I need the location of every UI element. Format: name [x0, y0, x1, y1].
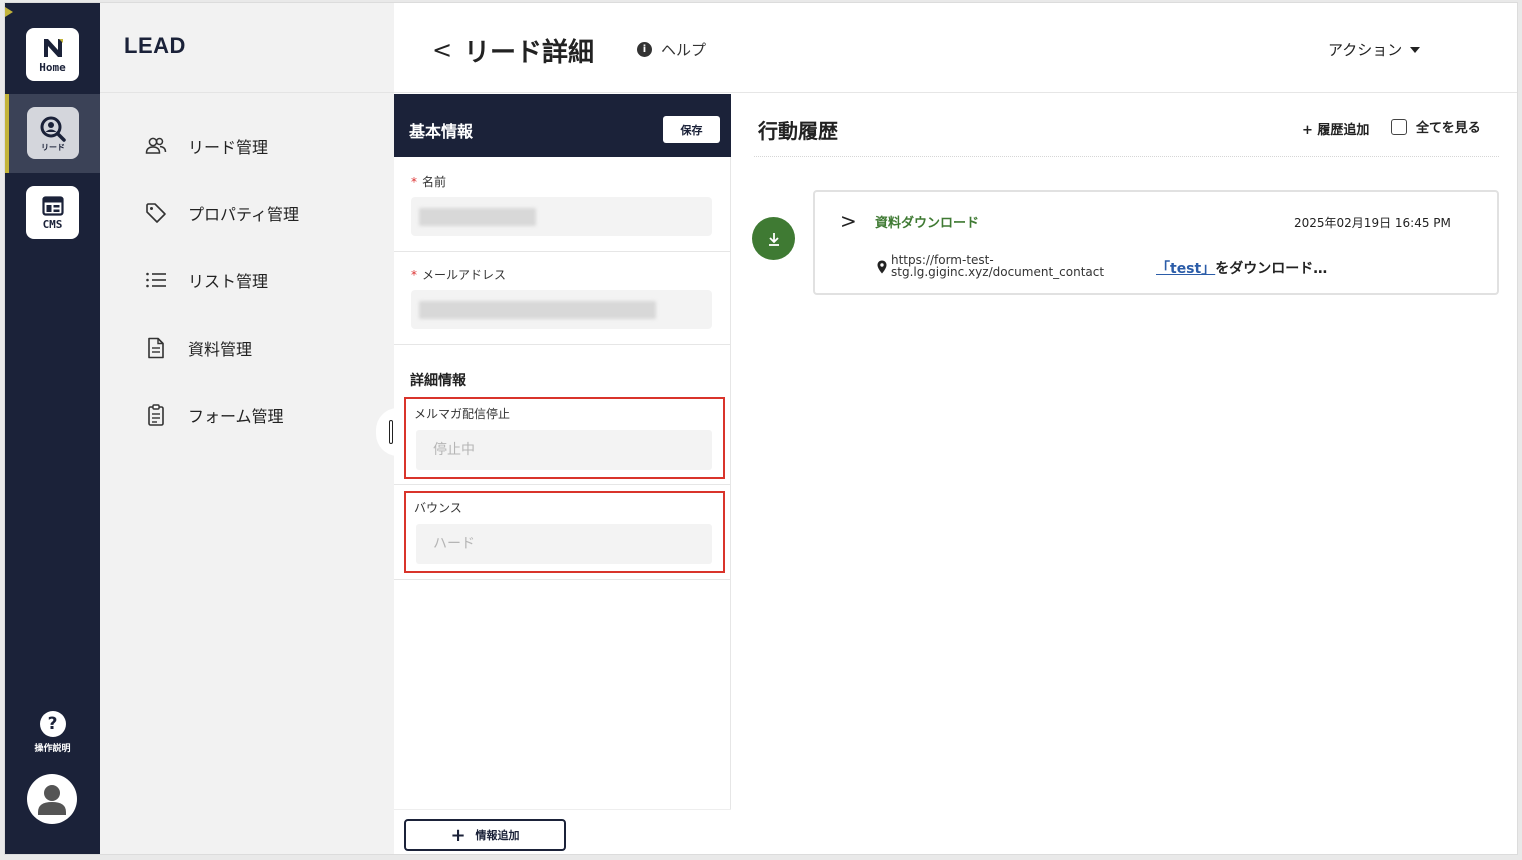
history-divider — [754, 156, 1499, 157]
action-label: アクション — [1328, 41, 1403, 59]
menu-item-label: リスト管理 — [188, 272, 269, 291]
redacted-value — [419, 208, 536, 226]
menu-item-list-management[interactable]: リスト管理 — [145, 266, 268, 294]
add-info-button[interactable]: + 情報追加 — [404, 819, 566, 851]
cms-nav-button[interactable]: CMS — [26, 186, 79, 239]
action-dropdown[interactable]: アクション — [1328, 39, 1421, 60]
manual-help-button[interactable]: ? 操作説明 — [5, 711, 100, 754]
download-icon — [768, 232, 779, 246]
document-icon — [145, 337, 167, 359]
menu-item-document-management[interactable]: 資料管理 — [145, 334, 252, 362]
menu-item-form-management[interactable]: フォーム管理 — [145, 401, 284, 429]
add-history-button[interactable]: + 履歴追加 — [1302, 119, 1369, 138]
unsubscribe-field-group: メルマガ配信停止 停止中 — [394, 394, 731, 485]
question-icon: ? — [39, 711, 66, 737]
email-field-label: * メールアドレス — [411, 268, 507, 282]
unsubscribe-field-label: メルマガ配信停止 — [414, 407, 511, 421]
add-info-label: 情報追加 — [475, 829, 520, 842]
name-field-group: * 名前 — [394, 157, 731, 252]
activity-history-panel: 行動履歴 + 履歴追加 全てを見る > 資料ダウンロード 2025年02月19日… — [732, 94, 1517, 854]
menu-item-label: プロパティ管理 — [188, 205, 300, 224]
caret-down-icon — [1410, 46, 1421, 53]
rail-corner-marker — [5, 7, 13, 17]
chevron-right-icon[interactable]: > — [840, 209, 857, 233]
activity-history-title: 行動履歴 — [758, 119, 838, 143]
save-button[interactable]: 保存 — [663, 116, 720, 143]
location-pin-icon — [877, 260, 887, 274]
back-icon[interactable]: < — [432, 36, 452, 64]
help-label: ヘルプ — [661, 41, 707, 59]
cms-layout-icon — [41, 195, 64, 216]
plus-icon: + — [450, 824, 466, 846]
cms-nav-label: CMS — [42, 217, 63, 231]
global-nav-rail: Home リード CMS ? 操作説明 — [5, 3, 100, 854]
email-field-group: * メールアドレス — [394, 252, 731, 345]
show-all-label: 全てを見る — [1416, 121, 1481, 136]
bounce-highlight-box: バウンス ハード — [404, 491, 725, 573]
event-source-url: https://form-test- stg.lg.giginc.xyz/doc… — [891, 253, 1105, 279]
lead-nav-button[interactable]: リード — [27, 107, 79, 159]
list-icon — [145, 269, 167, 291]
event-type-label: 資料ダウンロード — [875, 216, 980, 231]
lead-search-icon — [40, 116, 66, 142]
section-brand: LEAD — [124, 33, 186, 58]
lead-nav-label: リード — [41, 142, 65, 152]
basic-info-footer: + 情報追加 — [394, 809, 731, 854]
event-description: 「test」をダウンロード… — [1156, 261, 1328, 277]
menu-item-property-management[interactable]: プロパティ管理 — [145, 199, 299, 227]
brand-logo-icon — [43, 38, 63, 57]
bounce-field[interactable]: ハード — [416, 524, 712, 564]
basic-info-header: 基本情報 保存 — [394, 94, 731, 157]
users-icon — [145, 135, 167, 157]
detail-info-title: 詳細情報 — [410, 373, 466, 389]
show-all-checkbox[interactable] — [1391, 118, 1407, 135]
menu-item-label: 資料管理 — [188, 340, 253, 359]
name-field-label: * 名前 — [411, 175, 447, 189]
unsubscribe-highlight-box: メルマガ配信停止 停止中 — [404, 397, 725, 479]
clipboard-icon — [145, 404, 167, 426]
menu-item-label: リード管理 — [188, 138, 269, 157]
user-icon — [38, 785, 66, 815]
unsubscribe-field[interactable]: 停止中 — [416, 430, 712, 470]
manual-help-label: 操作説明 — [34, 744, 71, 754]
event-timestamp: 2025年02月19日 16:45 PM — [1294, 216, 1451, 230]
tag-icon — [145, 202, 167, 224]
home-label: Home — [39, 60, 66, 74]
redacted-value — [419, 301, 656, 319]
info-icon: i — [637, 42, 652, 57]
menu-item-lead-management[interactable]: リード管理 — [145, 132, 268, 160]
basic-info-title: 基本情報 — [409, 122, 474, 141]
menu-item-label: フォーム管理 — [188, 407, 284, 426]
email-field[interactable] — [411, 290, 712, 329]
home-button[interactable]: Home — [26, 28, 79, 81]
bounce-field-group: バウンス ハード — [394, 485, 731, 580]
basic-info-panel: 基本情報 保存 * 名前 * メールアドレス 詳細情報 メルマガ配信停止 停止中 バ… — [394, 94, 731, 854]
download-event-icon — [752, 217, 795, 260]
app-window: Home リード CMS ? 操作説明 LEAD リード管理 プロパティ管理 リ… — [4, 2, 1518, 855]
page-title: リード詳細 — [464, 38, 595, 68]
user-avatar-button[interactable] — [27, 774, 77, 824]
history-event-card: > 資料ダウンロード 2025年02月19日 16:45 PM https://… — [813, 190, 1499, 295]
document-link[interactable]: 「test」 — [1156, 261, 1215, 277]
bounce-field-label: バウンス — [414, 501, 462, 515]
page-header: < リード詳細 i ヘルプ アクション — [394, 3, 1517, 93]
help-link[interactable]: i ヘルプ — [637, 39, 706, 60]
lead-side-menu: LEAD リード管理 プロパティ管理 リスト管理 資料管理 フォーム管理 — [100, 3, 394, 854]
name-field[interactable] — [411, 197, 712, 236]
show-all-toggle[interactable]: 全てを見る — [1391, 117, 1481, 136]
